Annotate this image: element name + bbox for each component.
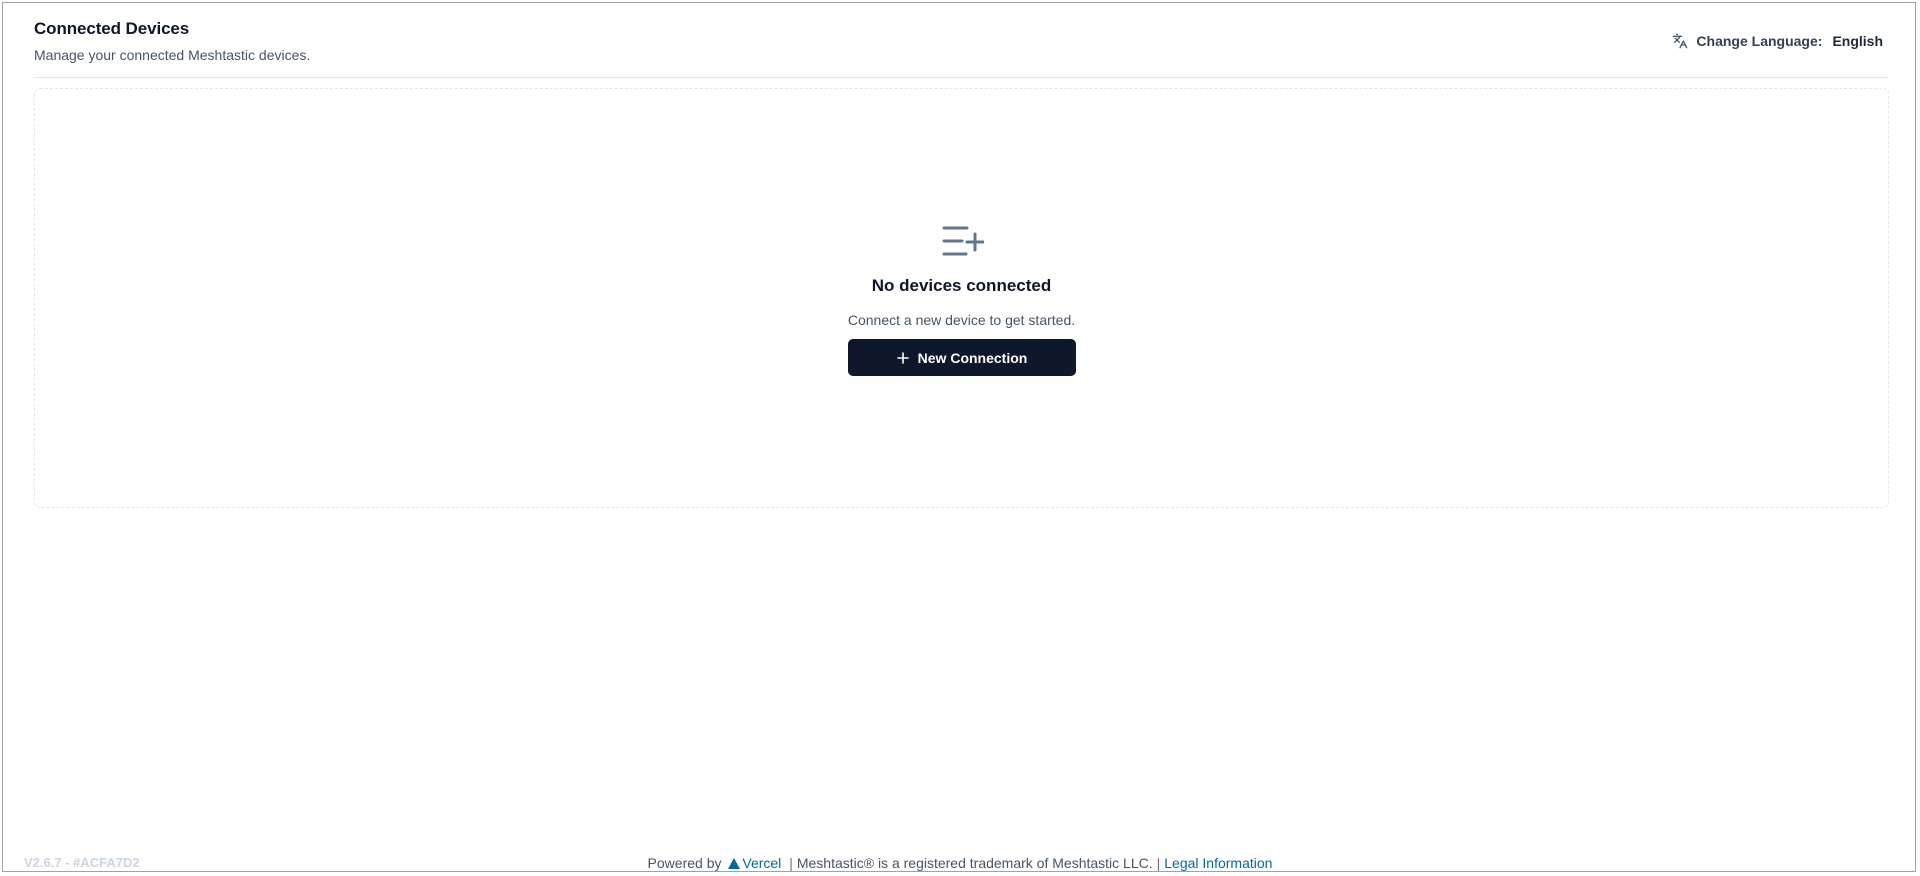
footer-separator: | (789, 855, 793, 871)
trademark-text: Meshtastic® is a registered trademark of… (796, 855, 1153, 871)
devices-empty-state: No devices connected Connect a new devic… (34, 88, 1889, 508)
list-plus-icon (940, 222, 984, 262)
page-subtitle: Manage your connected Meshtastic devices… (34, 47, 311, 63)
footer: Powered by Vercel | Meshtastic® is a regi… (0, 855, 1920, 871)
empty-state-description: Connect a new device to get started. (847, 312, 1076, 328)
translate-icon (1672, 33, 1688, 49)
empty-state-content: No devices connected Connect a new devic… (35, 222, 1888, 376)
page-header: Connected Devices Manage your connected … (34, 19, 1889, 78)
current-language: English (1832, 33, 1883, 49)
vercel-link[interactable]: Vercel (725, 855, 781, 871)
new-connection-button[interactable]: New Connection (847, 339, 1076, 376)
change-language-button[interactable]: Change Language: English (1672, 33, 1883, 49)
vercel-logo-icon (728, 858, 741, 869)
vercel-link-label: Vercel (742, 855, 782, 871)
plus-icon (896, 351, 910, 365)
powered-by-text: Powered by (647, 855, 722, 871)
change-language-label: Change Language: (1696, 33, 1823, 49)
app-window: Connected Devices Manage your connected … (2, 2, 1916, 872)
page-title: Connected Devices (34, 19, 190, 38)
legal-information-link[interactable]: Legal Information (1164, 855, 1272, 871)
empty-state-title: No devices connected (871, 276, 1052, 295)
new-connection-label: New Connection (917, 349, 1028, 366)
footer-separator: | (1156, 855, 1161, 871)
